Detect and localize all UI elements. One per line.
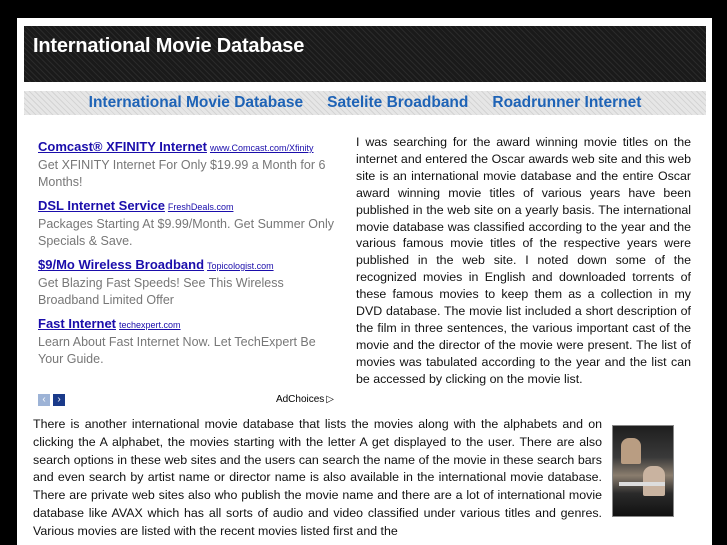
ad-description: Learn About Fast Internet Now. Let TechE… <box>38 335 316 366</box>
ad-title-link[interactable]: DSL Internet Service <box>38 198 165 213</box>
movie-poster-image <box>612 425 674 517</box>
ad-description: Get Blazing Fast Speeds! See This Wirele… <box>38 276 284 307</box>
ad-item: $9/Mo Wireless Broadband Topicologist.com… <box>38 256 334 309</box>
ad-url-link[interactable]: Topicologist.com <box>207 261 274 271</box>
site-title: International Movie Database <box>33 35 305 57</box>
adchoices-label: AdChoices <box>275 394 325 405</box>
chevron-left-icon[interactable]: ‹ <box>38 394 50 406</box>
ad-item: Fast Internet techexpert.com Learn About … <box>38 315 334 368</box>
article-paragraph: There is another international movie dat… <box>33 417 602 538</box>
ad-block: Comcast® XFINITY Internet www.Comcast.com… <box>38 138 334 374</box>
ad-title-link[interactable]: $9/Mo Wireless Broadband <box>38 257 204 272</box>
adchoices-link[interactable]: AdChoices ▷ <box>276 394 334 405</box>
ad-url-link[interactable]: techexpert.com <box>119 320 181 330</box>
chevron-right-icon[interactable]: › <box>53 394 65 406</box>
ad-url-link[interactable]: www.Comcast.com/Xfinity <box>210 143 314 153</box>
ad-title-link[interactable]: Fast Internet <box>38 316 116 331</box>
ad-description: Get XFINITY Internet For Only $19.99 a M… <box>38 158 326 189</box>
nav-link-international-movie-database[interactable]: International Movie Database <box>89 94 303 112</box>
site-header: International Movie Database <box>24 26 706 82</box>
ad-controls: ‹ › AdChoices ▷ <box>38 394 334 408</box>
page-container: International Movie Database Internation… <box>17 18 712 545</box>
ad-title-link[interactable]: Comcast® XFINITY Internet <box>38 139 207 154</box>
nav-bar: International Movie Database Satelite Br… <box>24 91 706 115</box>
ad-item: Comcast® XFINITY Internet www.Comcast.com… <box>38 138 334 191</box>
ad-description: Packages Starting At $9.99/Month. Get Su… <box>38 217 334 248</box>
nav-link-roadrunner-internet[interactable]: Roadrunner Internet <box>492 94 641 112</box>
nav-link-satelite-broadband[interactable]: Satelite Broadband <box>327 94 468 112</box>
ad-url-link[interactable]: FreshDeals.com <box>168 202 234 212</box>
adchoices-icon: ▷ <box>326 394 334 405</box>
ad-item: DSL Internet Service FreshDeals.com Packa… <box>38 197 334 250</box>
article-paragraph: I was searching for the award winning mo… <box>356 135 691 386</box>
